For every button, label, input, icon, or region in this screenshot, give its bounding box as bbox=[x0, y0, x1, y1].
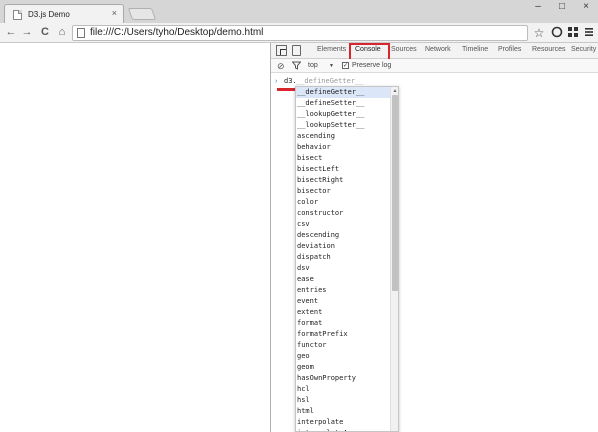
suggestion-item[interactable]: geo bbox=[296, 351, 392, 362]
context-selector[interactable]: top bbox=[308, 62, 318, 69]
console-toolbar: ⊘ top ▼ ✓ Preserve log bbox=[271, 59, 598, 73]
address-bar[interactable]: file:///C:/Users/tyho/Desktop/demo.html bbox=[72, 25, 528, 41]
suggestion-item[interactable]: deviation bbox=[296, 241, 392, 252]
suggestion-item[interactable]: entries bbox=[296, 285, 392, 296]
suggestion-item[interactable]: bisect bbox=[296, 153, 392, 164]
browser-tab[interactable]: D3.js Demo × bbox=[4, 4, 124, 23]
tab-close-icon[interactable]: × bbox=[112, 8, 117, 18]
suggestion-item[interactable]: constructor bbox=[296, 208, 392, 219]
suggestion-item[interactable]: bisector bbox=[296, 186, 392, 197]
browser-toolbar: ← → C ⌂ file:///C:/Users/tyho/Desktop/de… bbox=[0, 23, 598, 43]
suggestion-item[interactable]: geom bbox=[296, 362, 392, 373]
tab-network[interactable]: Network bbox=[425, 46, 451, 53]
suggestion-item[interactable]: bisectLeft bbox=[296, 164, 392, 175]
page-favicon-icon bbox=[13, 10, 22, 20]
tab-resources[interactable]: Resources bbox=[532, 46, 565, 53]
suggestion-item[interactable]: ascending bbox=[296, 131, 392, 142]
suggestion-item[interactable]: interpolateArray bbox=[296, 428, 392, 431]
minimize-button[interactable]: – bbox=[526, 0, 550, 16]
new-tab-button[interactable] bbox=[127, 8, 157, 20]
filter-icon[interactable] bbox=[291, 61, 302, 72]
suggestion-item[interactable]: csv bbox=[296, 219, 392, 230]
suggestion-item[interactable]: event bbox=[296, 296, 392, 307]
forward-button[interactable]: → bbox=[20, 25, 34, 39]
suggestion-item[interactable]: extent bbox=[296, 307, 392, 318]
reload-button[interactable]: C bbox=[38, 25, 52, 39]
suggestion-item[interactable]: formatPrefix bbox=[296, 329, 392, 340]
close-window-button[interactable]: × bbox=[574, 0, 598, 16]
suggestion-item[interactable]: __lookupSetter__ bbox=[296, 120, 392, 131]
window-controls: – □ × bbox=[526, 0, 598, 16]
suggestion-item[interactable]: dsv bbox=[296, 263, 392, 274]
scroll-up-icon[interactable]: ▲ bbox=[392, 88, 398, 94]
tab-elements[interactable]: Elements bbox=[317, 46, 346, 53]
url-text[interactable]: file:///C:/Users/tyho/Desktop/demo.html bbox=[90, 27, 263, 38]
preserve-log-checkbox[interactable]: ✓ bbox=[342, 62, 349, 69]
suggestion-item[interactable]: descending bbox=[296, 230, 392, 241]
inspect-element-icon[interactable] bbox=[276, 45, 287, 56]
suggestion-item[interactable]: hasOwnProperty bbox=[296, 373, 392, 384]
prompt-arrow-icon: › bbox=[275, 78, 278, 85]
suggestion-item[interactable]: behavior bbox=[296, 142, 392, 153]
home-button[interactable]: ⌂ bbox=[55, 25, 69, 39]
devtools-panel: Elements Console Sources Network Timelin… bbox=[270, 43, 598, 432]
scrollbar-thumb[interactable] bbox=[392, 95, 398, 291]
suggestion-item[interactable]: hsl bbox=[296, 395, 392, 406]
apps-grid-icon[interactable] bbox=[566, 26, 580, 40]
context-dropdown-icon[interactable]: ▼ bbox=[329, 63, 334, 69]
autocomplete-ghost-text: __defineGetter__ bbox=[296, 77, 364, 85]
suggestion-item[interactable]: format bbox=[296, 318, 392, 329]
back-button[interactable]: ← bbox=[4, 25, 18, 39]
clear-console-icon[interactable]: ⊘ bbox=[277, 61, 285, 71]
suggestion-item[interactable]: __defineSetter__ bbox=[296, 98, 392, 109]
input-underline-highlight bbox=[277, 88, 296, 91]
tab-profiles[interactable]: Profiles bbox=[498, 46, 521, 53]
extension-icon[interactable] bbox=[550, 26, 564, 40]
preserve-log-label: Preserve log bbox=[352, 62, 392, 69]
scrollbar[interactable]: ▲ bbox=[390, 87, 398, 431]
suggestion-item[interactable]: functor bbox=[296, 340, 392, 351]
maximize-button[interactable]: □ bbox=[550, 0, 574, 16]
tab-timeline[interactable]: Timeline bbox=[462, 46, 488, 53]
suggestion-item[interactable]: __lookupGetter__ bbox=[296, 109, 392, 120]
suggestion-item[interactable]: html bbox=[296, 406, 392, 417]
console-area[interactable]: › d3. __defineGetter__ __defineGetter__ _… bbox=[271, 73, 598, 432]
suggestion-item[interactable]: color bbox=[296, 197, 392, 208]
suggestion-item[interactable]: dispatch bbox=[296, 252, 392, 263]
page-icon bbox=[77, 28, 85, 38]
devtools-tab-bar: Elements Console Sources Network Timelin… bbox=[271, 43, 598, 59]
tab-strip: D3.js Demo × – □ × bbox=[0, 0, 598, 23]
suggestion-item[interactable]: bisectRight bbox=[296, 175, 392, 186]
menu-icon[interactable] bbox=[582, 26, 596, 40]
suggestion-list: __defineGetter__ __defineSetter__ __lookup… bbox=[296, 87, 392, 431]
suggestion-item[interactable]: interpolate bbox=[296, 417, 392, 428]
suggestion-item[interactable]: ease bbox=[296, 274, 392, 285]
console-input[interactable]: d3. bbox=[284, 77, 297, 85]
tab-title: D3.js Demo bbox=[28, 10, 70, 19]
tab-sources[interactable]: Sources bbox=[391, 46, 417, 53]
star-bookmark-icon[interactable]: ☆ bbox=[532, 26, 546, 40]
suggestion-item[interactable]: hcl bbox=[296, 384, 392, 395]
suggestion-item[interactable]: __defineGetter__ bbox=[296, 87, 392, 98]
autocomplete-dropdown[interactable]: __defineGetter__ __defineSetter__ __lookup… bbox=[295, 86, 399, 432]
tab-security[interactable]: Security bbox=[571, 46, 596, 53]
device-mode-icon[interactable] bbox=[292, 45, 301, 56]
